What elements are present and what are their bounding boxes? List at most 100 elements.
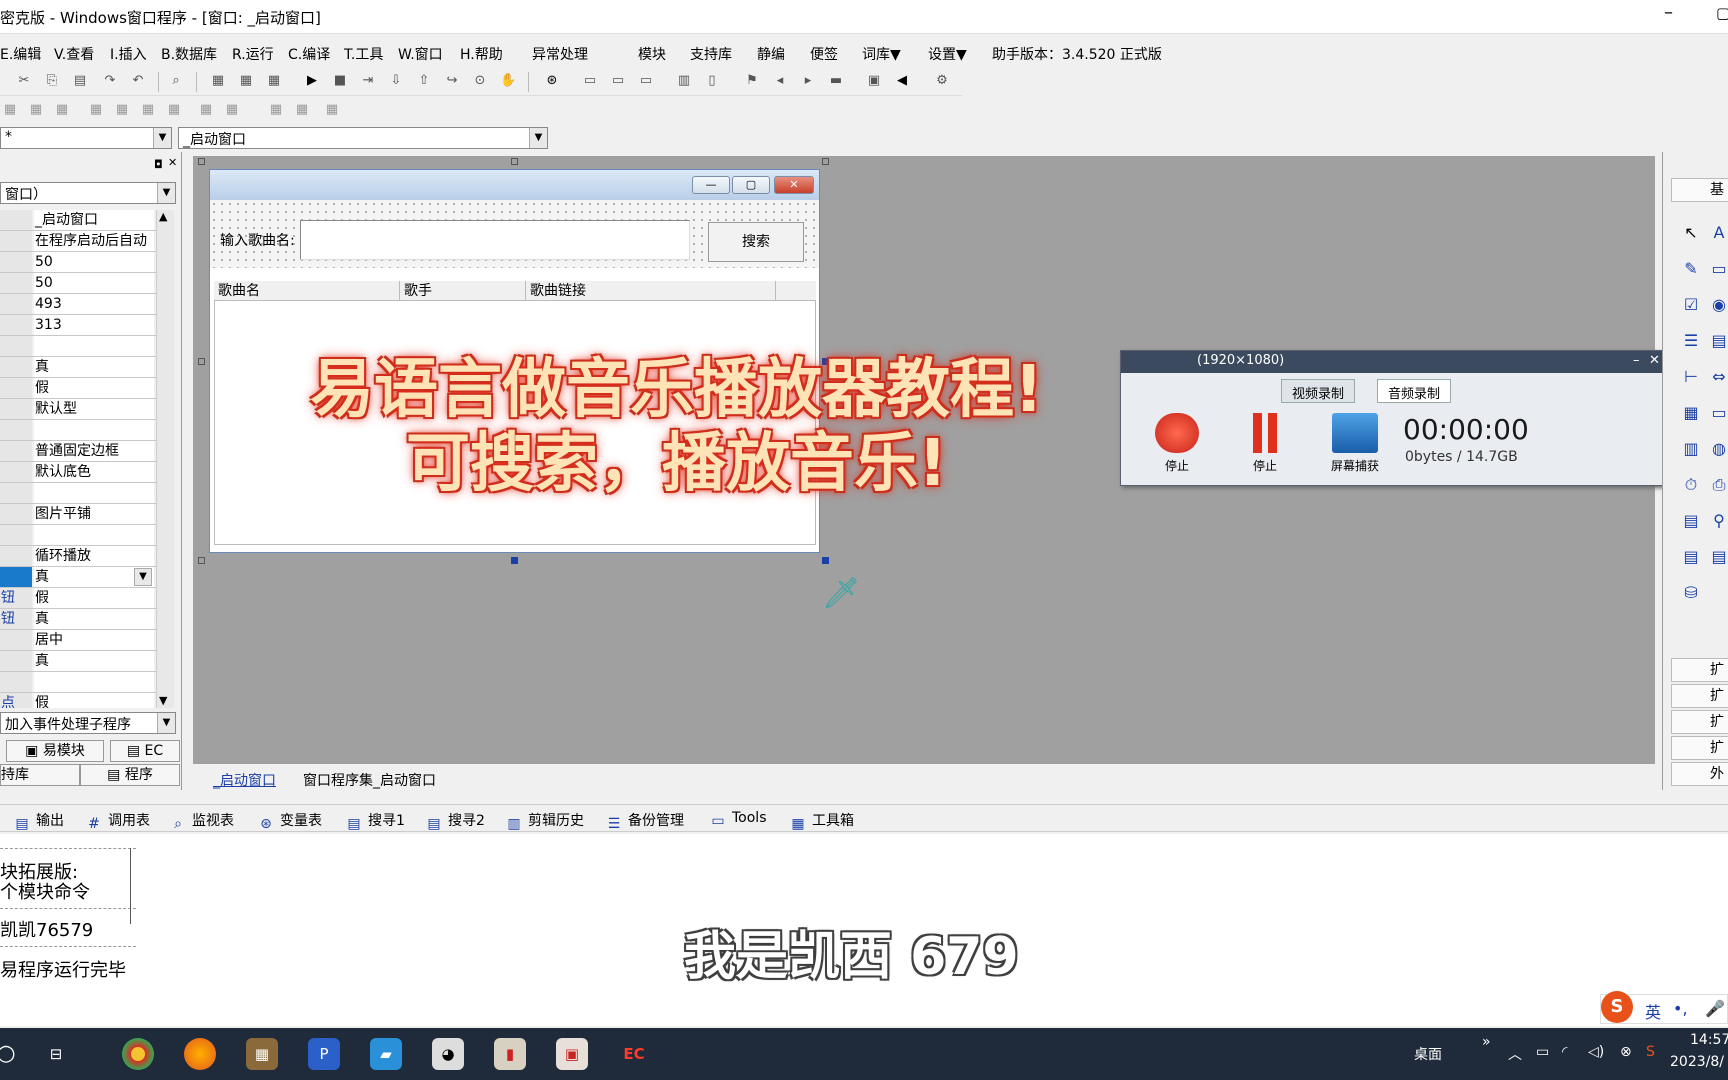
ec-tab[interactable]: ▤ EC [110,740,180,762]
print-icon[interactable]: ▥ [676,73,692,89]
step-icon[interactable]: ⇥ [360,73,376,89]
tab-call-stack[interactable]: # 调用表 [86,810,150,832]
menu-support-lib[interactable]: 支持库 [690,44,732,64]
speaker-icon[interactable]: ◀ [894,73,910,89]
layout-icon[interactable]: ▦ [210,73,226,89]
stop-icon[interactable]: ■ [332,73,348,89]
database-icon[interactable]: ▤ [1679,546,1703,568]
chevron-down-icon[interactable]: ▼ [134,568,152,586]
app-blue-icon[interactable]: ▰ [370,1038,402,1070]
align7-icon[interactable]: ▦ [166,102,182,118]
menu-exception[interactable]: 异常处理 [532,44,588,64]
song-search-input[interactable] [300,220,690,260]
recorder-app-icon[interactable]: ▣ [556,1038,588,1070]
hscroll-icon[interactable]: ⇔ [1707,366,1728,388]
property-value[interactable] [34,672,154,692]
frame-icon[interactable]: ▭ [1707,402,1728,424]
database2-icon[interactable]: ▤ [1707,546,1728,568]
property-value[interactable]: 真 [34,651,154,671]
radio-icon[interactable]: ◉ [1707,294,1728,316]
tab-startup-window[interactable]: _启动窗口 [213,770,276,792]
property-value[interactable]: 50 [34,252,154,272]
bookmark-icon[interactable]: ⚑ [744,73,760,89]
listbox-icon[interactable]: ☰ [1679,330,1703,352]
menu-module[interactable]: 模块 [638,44,666,64]
timer-icon[interactable]: ⏱ [1679,474,1703,496]
property-value[interactable]: 循环播放 [34,546,154,566]
align3-icon[interactable]: ▦ [54,102,70,118]
doc2-icon[interactable]: ▭ [610,73,626,89]
property-row[interactable]: 50 [0,252,156,273]
next-bookmark-icon[interactable]: ▸ [800,73,816,89]
tab-search-1[interactable]: ▤ 搜寻1 [346,810,405,832]
design-maximize-button[interactable]: ▢ [732,176,770,194]
align8-icon[interactable]: ▦ [198,102,214,118]
label-icon[interactable]: A [1707,222,1728,244]
edit-box-icon[interactable]: ✎ [1679,258,1703,280]
resize-handle[interactable] [511,557,518,564]
minimize-button[interactable]: – [1664,2,1673,23]
window-selector[interactable]: _启动窗口 ▼ [178,127,548,149]
tray-expand-icon[interactable]: ︿ [1508,1044,1522,1064]
volume-icon[interactable]: ◁) [1588,1044,1604,1060]
chrome-icon[interactable] [122,1038,154,1070]
align12-icon[interactable]: ▦ [324,102,340,118]
property-value[interactable] [34,525,154,545]
design-close-button[interactable]: ✕ [774,176,814,194]
property-row[interactable] [0,672,156,693]
copy-icon[interactable]: ⎘ [44,73,60,89]
wifi-icon[interactable]: ◜ [1562,1044,1567,1060]
property-row[interactable]: 50 [0,273,156,294]
cut-icon[interactable]: ✂ [16,73,32,89]
resize-handle[interactable] [198,158,205,165]
maximize-button[interactable]: ▢ [1716,4,1728,22]
odbc-icon[interactable]: ⛁ [1679,582,1703,604]
property-row[interactable]: 在程序启动后自动 [0,231,156,252]
column-singer[interactable]: 歌手 [400,281,526,301]
ime-punctuation[interactable]: •, [1673,999,1688,1018]
grid-icon[interactable]: ▦ [1679,402,1703,424]
checkbox-icon[interactable]: ☑ [1679,294,1703,316]
undo-icon[interactable]: ↶ [130,73,146,89]
property-value[interactable]: 493 [34,294,154,314]
sogou-icon[interactable]: S [1601,991,1633,1023]
component-category-basic[interactable]: 基 [1671,178,1728,202]
table-icon[interactable]: ▥ [1679,438,1703,460]
tab-backup[interactable]: ☰ 备份管理 [606,810,684,832]
property-row[interactable] [0,525,156,546]
paste-icon[interactable]: ▤ [72,73,88,89]
sogou-tray-icon[interactable]: S [1646,1044,1655,1060]
tab-output[interactable]: ▤ 输出 [14,810,64,832]
gear-icon[interactable]: ⚙ [934,73,950,89]
firefox-icon[interactable] [184,1038,216,1070]
scroll-up-icon[interactable]: ▲ [159,210,167,223]
desktop-toolbar[interactable]: 桌面 [1414,1044,1442,1064]
tab-search-2[interactable]: ▤ 搜寻2 [426,810,485,832]
clear-bookmark-icon[interactable]: ▬ [828,73,844,89]
chevron-right-icon[interactable]: » [1482,1034,1491,1050]
tab-watch[interactable]: ⌕ 监视表 [170,810,234,832]
menu-edit[interactable]: E.编辑 [0,44,41,64]
penguin-icon[interactable]: ◕ [432,1038,464,1070]
property-row[interactable]: 循环播放 [0,546,156,567]
component-category-ext-2[interactable]: 扩 [1671,684,1728,708]
align9-icon[interactable]: ▦ [224,102,240,118]
resize-handle[interactable] [822,557,829,564]
property-value[interactable]: 居中 [34,630,154,650]
property-value[interactable]: 50 [34,273,154,293]
globe-icon[interactable]: ◍ [1707,438,1728,460]
microphone-icon[interactable]: 🎤 [1705,999,1725,1018]
close-circle-icon[interactable]: ⊗ [1620,1044,1632,1060]
window-icon[interactable]: ▣ [866,73,882,89]
resize-handle[interactable] [511,158,518,165]
resize-handle[interactable] [822,158,829,165]
elang-icon[interactable]: ▮ [494,1038,526,1070]
property-row[interactable]: _启动窗口 [0,210,156,231]
step-out-icon[interactable]: ⇧ [416,73,432,89]
menu-lexicon[interactable]: 词库▼ [862,44,901,64]
property-value[interactable]: _启动窗口 [34,210,154,230]
design-minimize-button[interactable]: — [692,176,730,194]
component-category-ext-3[interactable]: 扩 [1671,710,1728,734]
page-icon[interactable]: ▯ [704,73,720,89]
layout3-icon[interactable]: ▦ [266,73,282,89]
